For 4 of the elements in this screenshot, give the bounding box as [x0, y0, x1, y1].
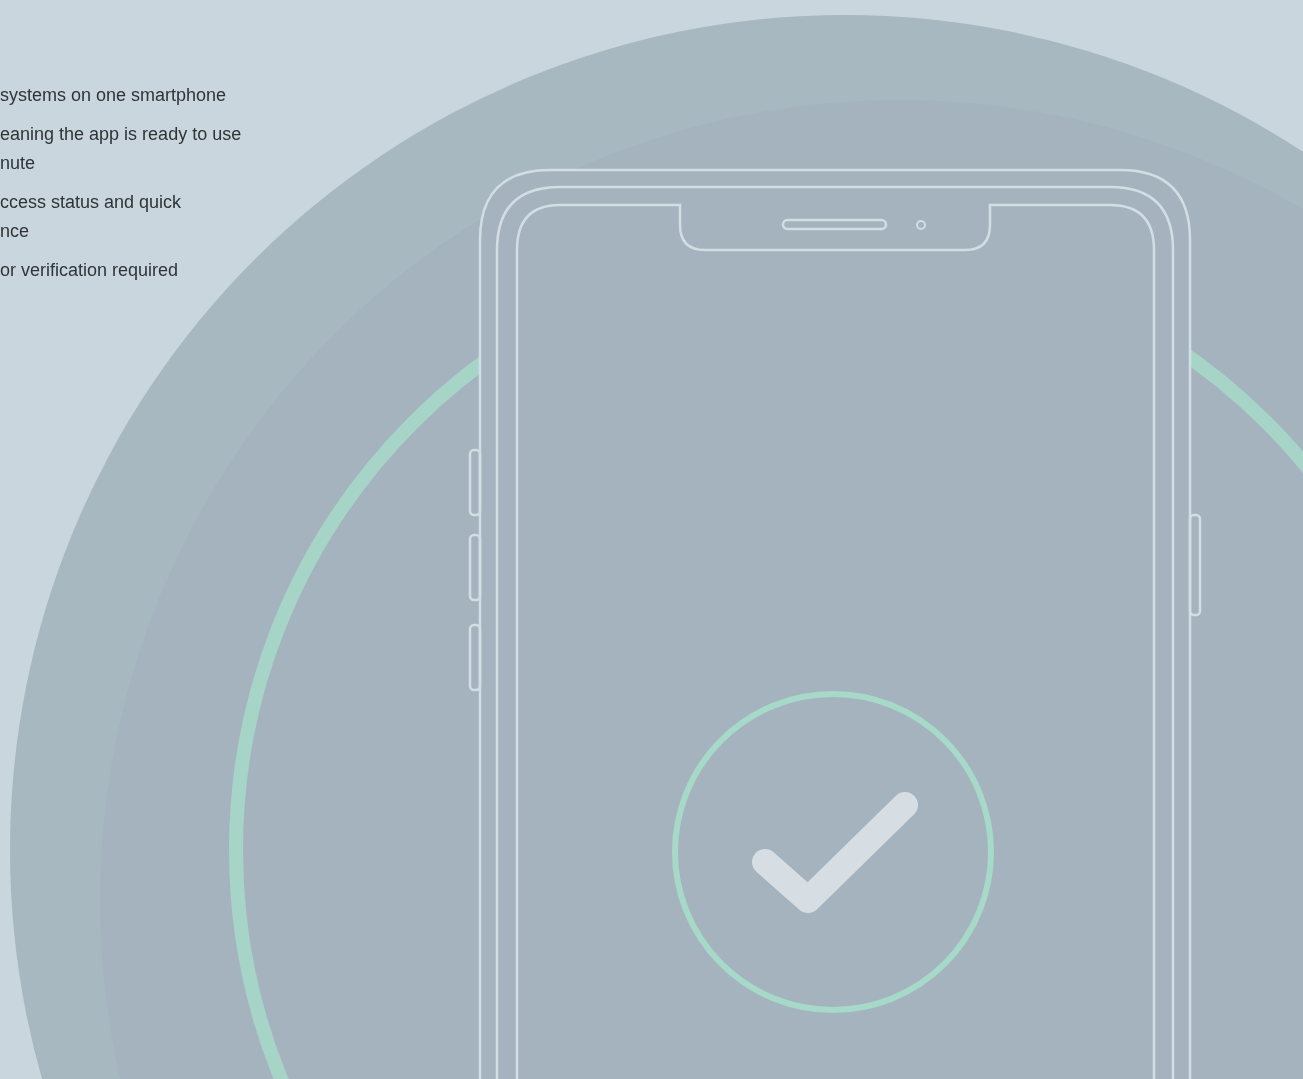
feature-text: eaning the app is ready to use nute: [0, 123, 242, 175]
feature-text: or verification required: [0, 259, 179, 282]
feature-text: ccess status and quick nce: [0, 191, 182, 243]
feature-text: systems on one smartphone: [0, 84, 227, 107]
